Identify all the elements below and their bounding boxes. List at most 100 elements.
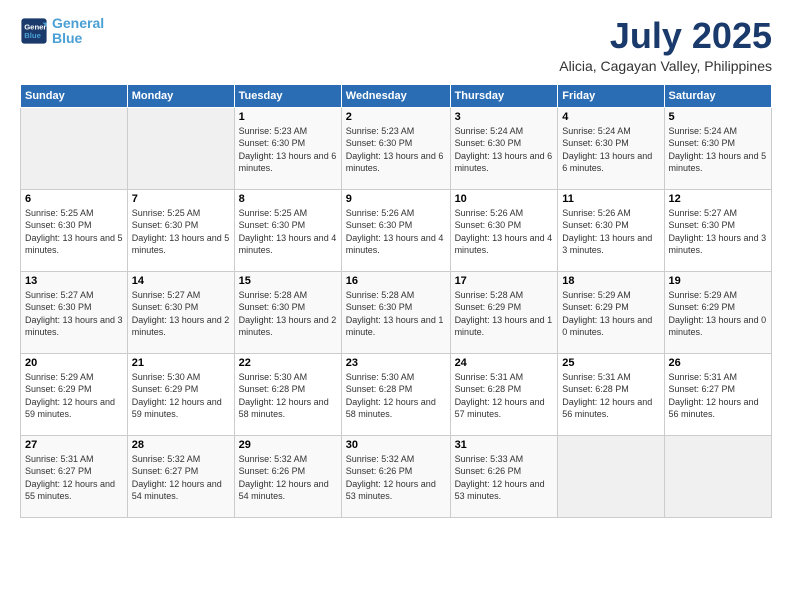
day-detail: Sunrise: 5:23 AMSunset: 6:30 PMDaylight:… (239, 125, 337, 175)
day-number: 7 (132, 193, 230, 205)
table-row: 2 Sunrise: 5:23 AMSunset: 6:30 PMDaylight… (341, 107, 450, 189)
day-number: 25 (562, 357, 659, 369)
table-row: 24Sunrise: 5:31 AMSunset: 6:28 PMDayligh… (450, 353, 558, 435)
day-detail: Sunrise: 5:28 AMSunset: 6:29 PMDaylight:… (455, 289, 554, 339)
day-detail: Sunrise: 5:27 AMSunset: 6:30 PMDaylight:… (132, 289, 230, 339)
day-number: 2 (346, 111, 446, 123)
day-number: 11 (562, 193, 659, 205)
table-row: 20 Sunrise: 5:29 AMSunset: 6:29 PMDayligh… (21, 353, 128, 435)
day-number: 21 (132, 357, 230, 369)
day-detail: Sunrise: 5:26 AMSunset: 6:30 PMDaylight:… (346, 207, 446, 257)
day-detail: Sunrise: 5:26 AMSunset: 6:30 PMDaylight:… (562, 207, 659, 257)
day-detail: Sunrise: 5:33 AMSunset: 6:26 PMDaylight:… (455, 453, 554, 503)
col-sunday: Sunday (21, 84, 128, 107)
table-row: 8 Sunrise: 5:25 AMSunset: 6:30 PMDaylight… (234, 189, 341, 271)
day-detail: Sunrise: 5:29 AMSunset: 6:29 PMDaylight:… (669, 289, 767, 339)
col-wednesday: Wednesday (341, 84, 450, 107)
table-row: 30 Sunrise: 5:32 AMSunset: 6:26 PMDayligh… (341, 435, 450, 517)
table-row: 17Sunrise: 5:28 AMSunset: 6:29 PMDayligh… (450, 271, 558, 353)
logo: General Blue General Blue (20, 16, 104, 47)
day-detail: Sunrise: 5:30 AMSunset: 6:28 PMDaylight:… (346, 371, 446, 421)
table-row: 4 Sunrise: 5:24 AMSunset: 6:30 PMDaylight… (558, 107, 664, 189)
title-block: July 2025 Alicia, Cagayan Valley, Philip… (559, 16, 772, 74)
day-number: 31 (455, 439, 554, 451)
day-number: 19 (669, 275, 767, 287)
table-row: 29 Sunrise: 5:32 AMSunset: 6:26 PMDayligh… (234, 435, 341, 517)
day-number: 26 (669, 357, 767, 369)
day-number: 30 (346, 439, 446, 451)
day-number: 8 (239, 193, 337, 205)
col-tuesday: Tuesday (234, 84, 341, 107)
subtitle: Alicia, Cagayan Valley, Philippines (559, 58, 772, 74)
day-detail: Sunrise: 5:30 AMSunset: 6:29 PMDaylight:… (132, 371, 230, 421)
day-detail: Sunrise: 5:27 AMSunset: 6:30 PMDaylight:… (669, 207, 767, 257)
day-number: 9 (346, 193, 446, 205)
day-number: 29 (239, 439, 337, 451)
day-detail: Sunrise: 5:24 AMSunset: 6:30 PMDaylight:… (669, 125, 767, 175)
table-row (664, 435, 771, 517)
day-detail: Sunrise: 5:25 AMSunset: 6:30 PMDaylight:… (25, 207, 123, 257)
table-row: 22 Sunrise: 5:30 AMSunset: 6:28 PMDayligh… (234, 353, 341, 435)
calendar-body: 1 Sunrise: 5:23 AMSunset: 6:30 PMDaylight… (21, 107, 772, 517)
table-row: 11 Sunrise: 5:26 AMSunset: 6:30 PMDayligh… (558, 189, 664, 271)
calendar-table: Sunday Monday Tuesday Wednesday Thursday… (20, 84, 772, 518)
main-title: July 2025 (559, 16, 772, 56)
day-number: 14 (132, 275, 230, 287)
day-number: 24 (455, 357, 554, 369)
day-number: 20 (25, 357, 123, 369)
day-detail: Sunrise: 5:32 AMSunset: 6:27 PMDaylight:… (132, 453, 230, 503)
day-number: 16 (346, 275, 446, 287)
day-number: 18 (562, 275, 659, 287)
table-row: 21 Sunrise: 5:30 AMSunset: 6:29 PMDayligh… (127, 353, 234, 435)
table-row: 5 Sunrise: 5:24 AMSunset: 6:30 PMDaylight… (664, 107, 771, 189)
day-detail: Sunrise: 5:31 AMSunset: 6:27 PMDaylight:… (25, 453, 123, 503)
day-detail: Sunrise: 5:24 AMSunset: 6:30 PMDaylight:… (562, 125, 659, 175)
col-friday: Friday (558, 84, 664, 107)
day-detail: Sunrise: 5:25 AMSunset: 6:30 PMDaylight:… (132, 207, 230, 257)
day-detail: Sunrise: 5:30 AMSunset: 6:28 PMDaylight:… (239, 371, 337, 421)
day-number: 5 (669, 111, 767, 123)
day-detail: Sunrise: 5:32 AMSunset: 6:26 PMDaylight:… (346, 453, 446, 503)
day-detail: Sunrise: 5:31 AMSunset: 6:28 PMDaylight:… (562, 371, 659, 421)
day-number: 22 (239, 357, 337, 369)
table-row: 15 Sunrise: 5:28 AMSunset: 6:30 PMDayligh… (234, 271, 341, 353)
day-detail: Sunrise: 5:28 AMSunset: 6:30 PMDaylight:… (346, 289, 446, 339)
page-header: General Blue General Blue July 2025 Alic… (20, 16, 772, 74)
day-number: 23 (346, 357, 446, 369)
day-number: 15 (239, 275, 337, 287)
day-number: 28 (132, 439, 230, 451)
day-detail: Sunrise: 5:29 AMSunset: 6:29 PMDaylight:… (25, 371, 123, 421)
col-monday: Monday (127, 84, 234, 107)
day-detail: Sunrise: 5:25 AMSunset: 6:30 PMDaylight:… (239, 207, 337, 257)
day-number: 27 (25, 439, 123, 451)
day-detail: Sunrise: 5:31 AMSunset: 6:27 PMDaylight:… (669, 371, 767, 421)
logo-text: General Blue (52, 16, 104, 47)
day-number: 10 (455, 193, 554, 205)
logo-icon: General Blue (20, 17, 48, 45)
day-detail: Sunrise: 5:23 AMSunset: 6:30 PMDaylight:… (346, 125, 446, 175)
day-number: 4 (562, 111, 659, 123)
table-row: 14 Sunrise: 5:27 AMSunset: 6:30 PMDayligh… (127, 271, 234, 353)
day-detail: Sunrise: 5:26 AMSunset: 6:30 PMDaylight:… (455, 207, 554, 257)
day-detail: Sunrise: 5:24 AMSunset: 6:30 PMDaylight:… (455, 125, 554, 175)
table-row (127, 107, 234, 189)
table-row: 7 Sunrise: 5:25 AMSunset: 6:30 PMDaylight… (127, 189, 234, 271)
table-row: 27 Sunrise: 5:31 AMSunset: 6:27 PMDayligh… (21, 435, 128, 517)
table-row: 1 Sunrise: 5:23 AMSunset: 6:30 PMDaylight… (234, 107, 341, 189)
table-row: 12 Sunrise: 5:27 AMSunset: 6:30 PMDayligh… (664, 189, 771, 271)
table-row: 10 Sunrise: 5:26 AMSunset: 6:30 PMDayligh… (450, 189, 558, 271)
day-number: 13 (25, 275, 123, 287)
table-row: 28 Sunrise: 5:32 AMSunset: 6:27 PMDayligh… (127, 435, 234, 517)
table-row: 3Sunrise: 5:24 AMSunset: 6:30 PMDaylight… (450, 107, 558, 189)
table-row: 19 Sunrise: 5:29 AMSunset: 6:29 PMDayligh… (664, 271, 771, 353)
table-row: 18Sunrise: 5:29 AMSunset: 6:29 PMDayligh… (558, 271, 664, 353)
table-row (21, 107, 128, 189)
table-row: 13Sunrise: 5:27 AMSunset: 6:30 PMDayligh… (21, 271, 128, 353)
table-row (558, 435, 664, 517)
table-row: 6Sunrise: 5:25 AMSunset: 6:30 PMDaylight… (21, 189, 128, 271)
day-number: 12 (669, 193, 767, 205)
table-row: 9 Sunrise: 5:26 AMSunset: 6:30 PMDaylight… (341, 189, 450, 271)
day-detail: Sunrise: 5:28 AMSunset: 6:30 PMDaylight:… (239, 289, 337, 339)
day-detail: Sunrise: 5:32 AMSunset: 6:26 PMDaylight:… (239, 453, 337, 503)
day-number: 1 (239, 111, 337, 123)
